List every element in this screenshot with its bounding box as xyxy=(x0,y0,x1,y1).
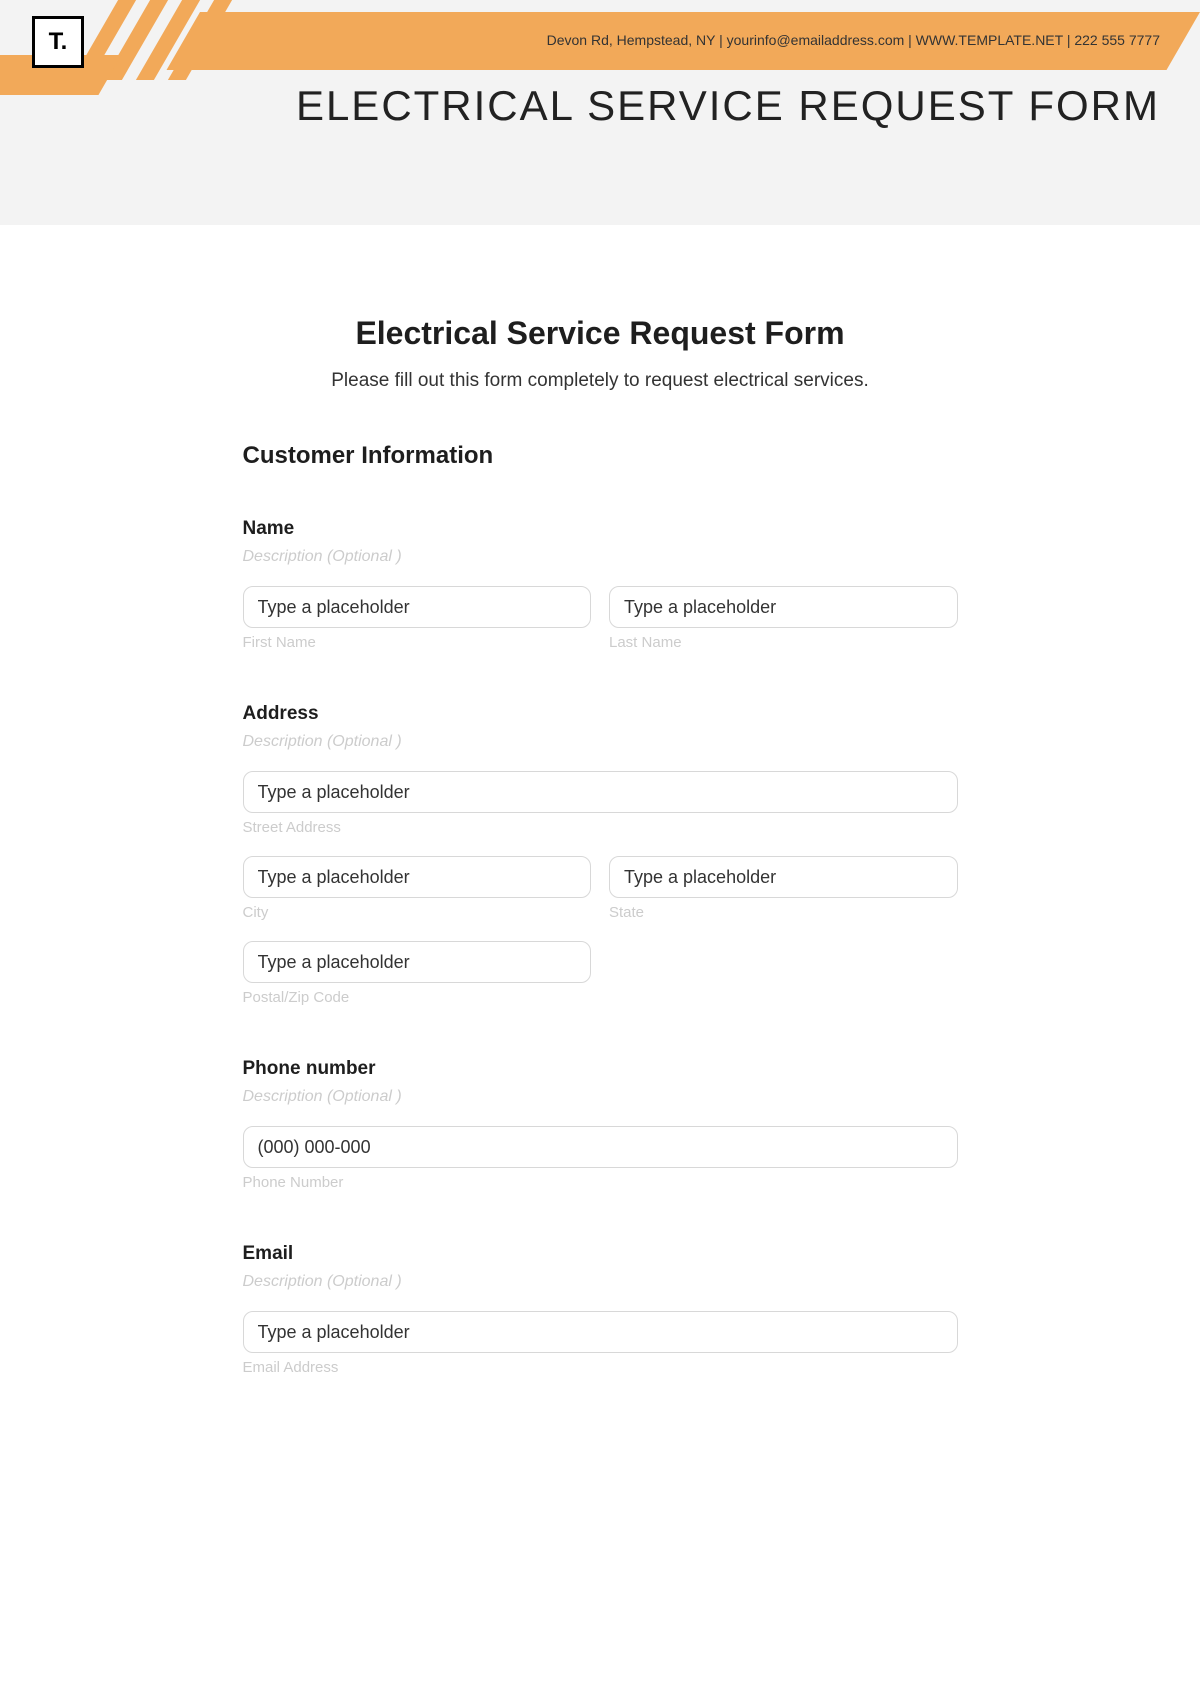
first-name-sublabel: First Name xyxy=(243,634,592,651)
city-sublabel: City xyxy=(243,904,592,921)
field-group-address: Address Description (Optional ) Street A… xyxy=(243,703,958,1006)
header-banner: T. Devon Rd, Hempstead, NY | yourinfo@em… xyxy=(0,0,1200,225)
email-sublabel: Email Address xyxy=(243,1359,958,1376)
city-input[interactable] xyxy=(243,856,592,898)
address-description: Description (Optional ) xyxy=(243,733,958,751)
phone-sublabel: Phone Number xyxy=(243,1174,958,1191)
phone-description: Description (Optional ) xyxy=(243,1088,958,1106)
logo: T. xyxy=(32,16,84,68)
name-label: Name xyxy=(243,518,958,540)
header-title: ELECTRICAL SERVICE REQUEST FORM xyxy=(296,82,1160,130)
state-sublabel: State xyxy=(609,904,958,921)
address-label: Address xyxy=(243,703,958,725)
zip-input[interactable] xyxy=(243,941,592,983)
last-name-sublabel: Last Name xyxy=(609,634,958,651)
section-customer-info: Customer Information xyxy=(243,442,958,470)
last-name-input[interactable] xyxy=(609,586,958,628)
form-container: Electrical Service Request Form Please f… xyxy=(193,225,1008,1458)
zip-sublabel: Postal/Zip Code xyxy=(243,989,592,1006)
phone-input[interactable] xyxy=(243,1126,958,1168)
field-group-phone: Phone number Description (Optional ) Pho… xyxy=(243,1058,958,1191)
name-description: Description (Optional ) xyxy=(243,548,958,566)
form-subtitle: Please fill out this form completely to … xyxy=(243,370,958,392)
first-name-input[interactable] xyxy=(243,586,592,628)
email-input[interactable] xyxy=(243,1311,958,1353)
email-description: Description (Optional ) xyxy=(243,1273,958,1291)
field-group-name: Name Description (Optional ) First Name … xyxy=(243,518,958,651)
field-group-email: Email Description (Optional ) Email Addr… xyxy=(243,1243,958,1376)
email-label: Email xyxy=(243,1243,958,1265)
street-sublabel: Street Address xyxy=(243,819,958,836)
phone-label: Phone number xyxy=(243,1058,958,1080)
form-title: Electrical Service Request Form xyxy=(243,315,958,352)
street-address-input[interactable] xyxy=(243,771,958,813)
state-input[interactable] xyxy=(609,856,958,898)
header-contact-info: Devon Rd, Hempstead, NY | yourinfo@email… xyxy=(547,32,1160,48)
